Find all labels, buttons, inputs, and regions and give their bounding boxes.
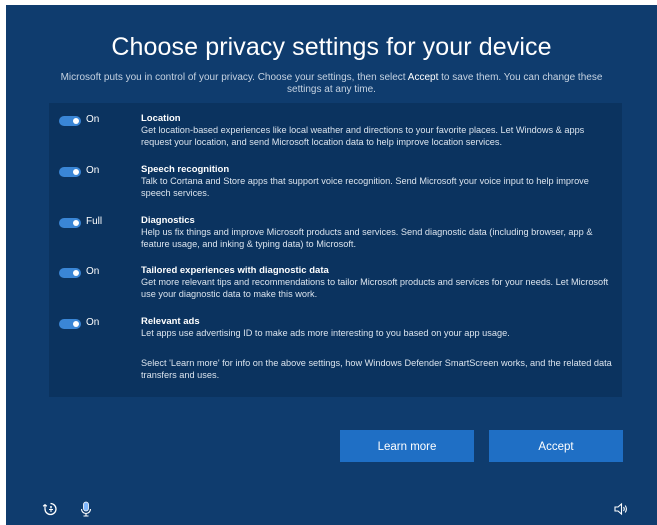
setting-description: Get location-based experiences like loca…: [141, 125, 585, 147]
accept-button[interactable]: Accept: [489, 430, 623, 462]
location-toggle-state: On: [86, 114, 100, 125]
setting-description: Help us fix things and improve Microsoft…: [141, 227, 593, 249]
diagnostics-toggle[interactable]: [59, 218, 81, 228]
relevant-ads-toggle[interactable]: [59, 319, 81, 329]
subtitle-text-start: Microsoft puts you in control of your pr…: [60, 72, 408, 83]
settings-panel: On Location Get location-based experienc…: [49, 103, 622, 397]
location-toggle[interactable]: [59, 116, 81, 126]
page-title: Choose privacy settings for your device: [111, 33, 552, 61]
subtitle-accept-emphasis: Accept: [407, 72, 439, 83]
toggle-knob: [73, 118, 79, 124]
relevant-ads-toggle-state: On: [86, 317, 100, 328]
setting-description: Get more relevant tips and recommendatio…: [141, 277, 609, 299]
toggle-knob: [73, 169, 79, 175]
setting-description: Talk to Cortana and Store apps that supp…: [141, 176, 589, 198]
tailored-experiences-toggle[interactable]: [59, 268, 81, 278]
diagnostics-toggle-state: Full: [86, 216, 103, 227]
volume-icon[interactable]: [613, 501, 629, 517]
speech-recognition-toggle-state: On: [86, 165, 100, 176]
page-subtitle: Microsoft puts you in control of your pr…: [46, 72, 617, 96]
oobe-screen: Choose privacy settings for your device …: [6, 5, 657, 525]
ease-of-access-icon[interactable]: [42, 501, 58, 517]
setting-title: Location: [141, 113, 181, 124]
microphone-icon[interactable]: [78, 501, 94, 517]
setting-title: Speech recognition: [141, 164, 230, 175]
speech-recognition-toggle[interactable]: [59, 167, 81, 177]
setting-title: Tailored experiences with diagnostic dat…: [141, 265, 329, 276]
setting-body: Tailored experiences with diagnostic dat…: [141, 265, 613, 300]
setting-body: Location Get location-based experiences …: [141, 113, 613, 148]
toggle-knob: [73, 220, 79, 226]
setting-title: Diagnostics: [141, 215, 195, 226]
setting-body: Relevant ads Let apps use advertising ID…: [141, 316, 613, 340]
tailored-experiences-toggle-state: On: [86, 266, 100, 277]
learn-more-button[interactable]: Learn more: [340, 430, 474, 462]
setting-body: Diagnostics Help us fix things and impro…: [141, 215, 613, 250]
setting-description: Let apps use advertising ID to make ads …: [141, 328, 510, 338]
toggle-knob: [73, 321, 79, 327]
setting-body: Speech recognition Talk to Cortana and S…: [141, 164, 613, 199]
toggle-knob: [73, 270, 79, 276]
setting-title: Relevant ads: [141, 316, 200, 327]
learn-more-note: Select 'Learn more' for info on the abov…: [141, 358, 612, 380]
